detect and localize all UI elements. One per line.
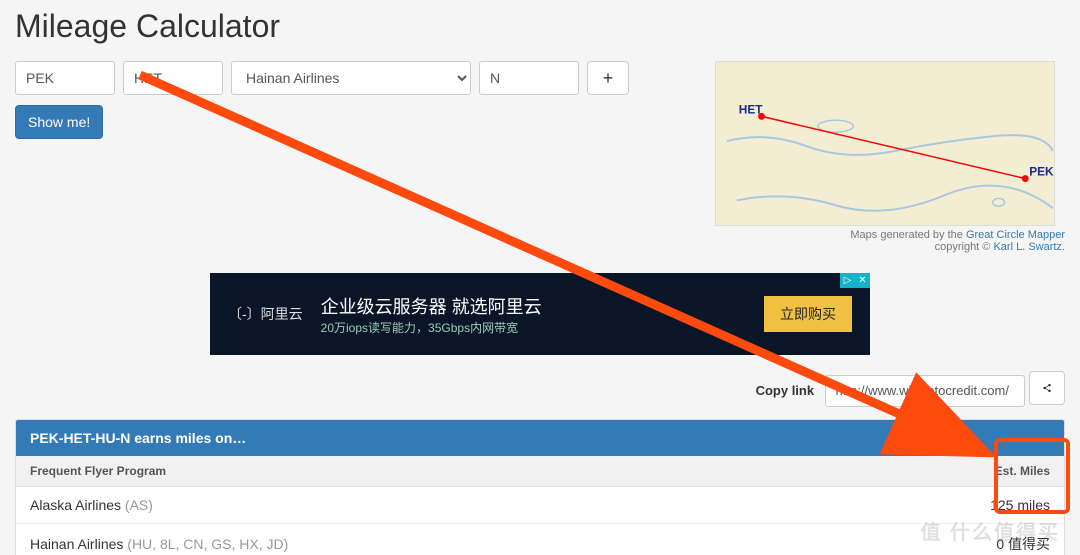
copy-link-button[interactable]: [1029, 371, 1065, 405]
svg-text:PEK: PEK: [1029, 165, 1054, 179]
page-title: Mileage Calculator: [15, 8, 1065, 45]
ad-close-icon[interactable]: ✕: [855, 273, 870, 288]
swartz-link[interactable]: Karl L. Swartz: [993, 241, 1061, 253]
origin-input[interactable]: [15, 61, 115, 95]
route-map: HET PEK: [715, 61, 1055, 226]
fare-input[interactable]: [479, 61, 579, 95]
program-name: Hainan Airlines: [30, 536, 123, 552]
miles-value: 0 值得买: [818, 523, 1064, 555]
ad-subline: 20万iops读写能力，35Gbps内网带宽: [321, 319, 542, 336]
ad-logo: 〔-〕阿里云: [228, 304, 303, 324]
table-row: Alaska Airlines (AS) 125 miles: [16, 486, 1064, 523]
program-codes: (AS): [121, 497, 153, 513]
results-panel: PEK-HET-HU-N earns miles on… Frequent Fl…: [15, 419, 1065, 555]
miles-value: 125 miles: [818, 486, 1064, 523]
airline-select[interactable]: Hainan Airlines: [231, 61, 471, 95]
copy-link-input[interactable]: [825, 375, 1025, 407]
share-icon: [1042, 381, 1052, 395]
col-program: Frequent Flyer Program: [16, 456, 818, 487]
map-credit: Maps generated by the Great Circle Mappe…: [715, 229, 1065, 253]
program-name: Alaska Airlines: [30, 497, 121, 513]
adchoices-icon[interactable]: ▷: [840, 273, 855, 288]
copy-link-label: Copy link: [756, 383, 815, 398]
program-codes: (HU, 8L, CN, GS, HX, JD): [123, 536, 288, 552]
ad-banner[interactable]: 〔-〕阿里云 企业级云服务器 就选阿里云 20万iops读写能力，35Gbps内…: [210, 273, 870, 355]
svg-text:HET: HET: [739, 102, 763, 116]
panel-heading: PEK-HET-HU-N earns miles on…: [16, 420, 1064, 456]
add-segment-button[interactable]: +: [587, 61, 629, 95]
col-miles: Est. Miles: [818, 456, 1064, 487]
table-row: Hainan Airlines (HU, 8L, CN, GS, HX, JD)…: [16, 523, 1064, 555]
ad-cta-button[interactable]: 立即购买: [764, 296, 852, 332]
gcmap-link[interactable]: Great Circle Mapper: [966, 229, 1065, 241]
ad-headline: 企业级云服务器 就选阿里云: [321, 293, 542, 319]
show-me-button[interactable]: Show me!: [15, 105, 103, 139]
dest-input[interactable]: [123, 61, 223, 95]
